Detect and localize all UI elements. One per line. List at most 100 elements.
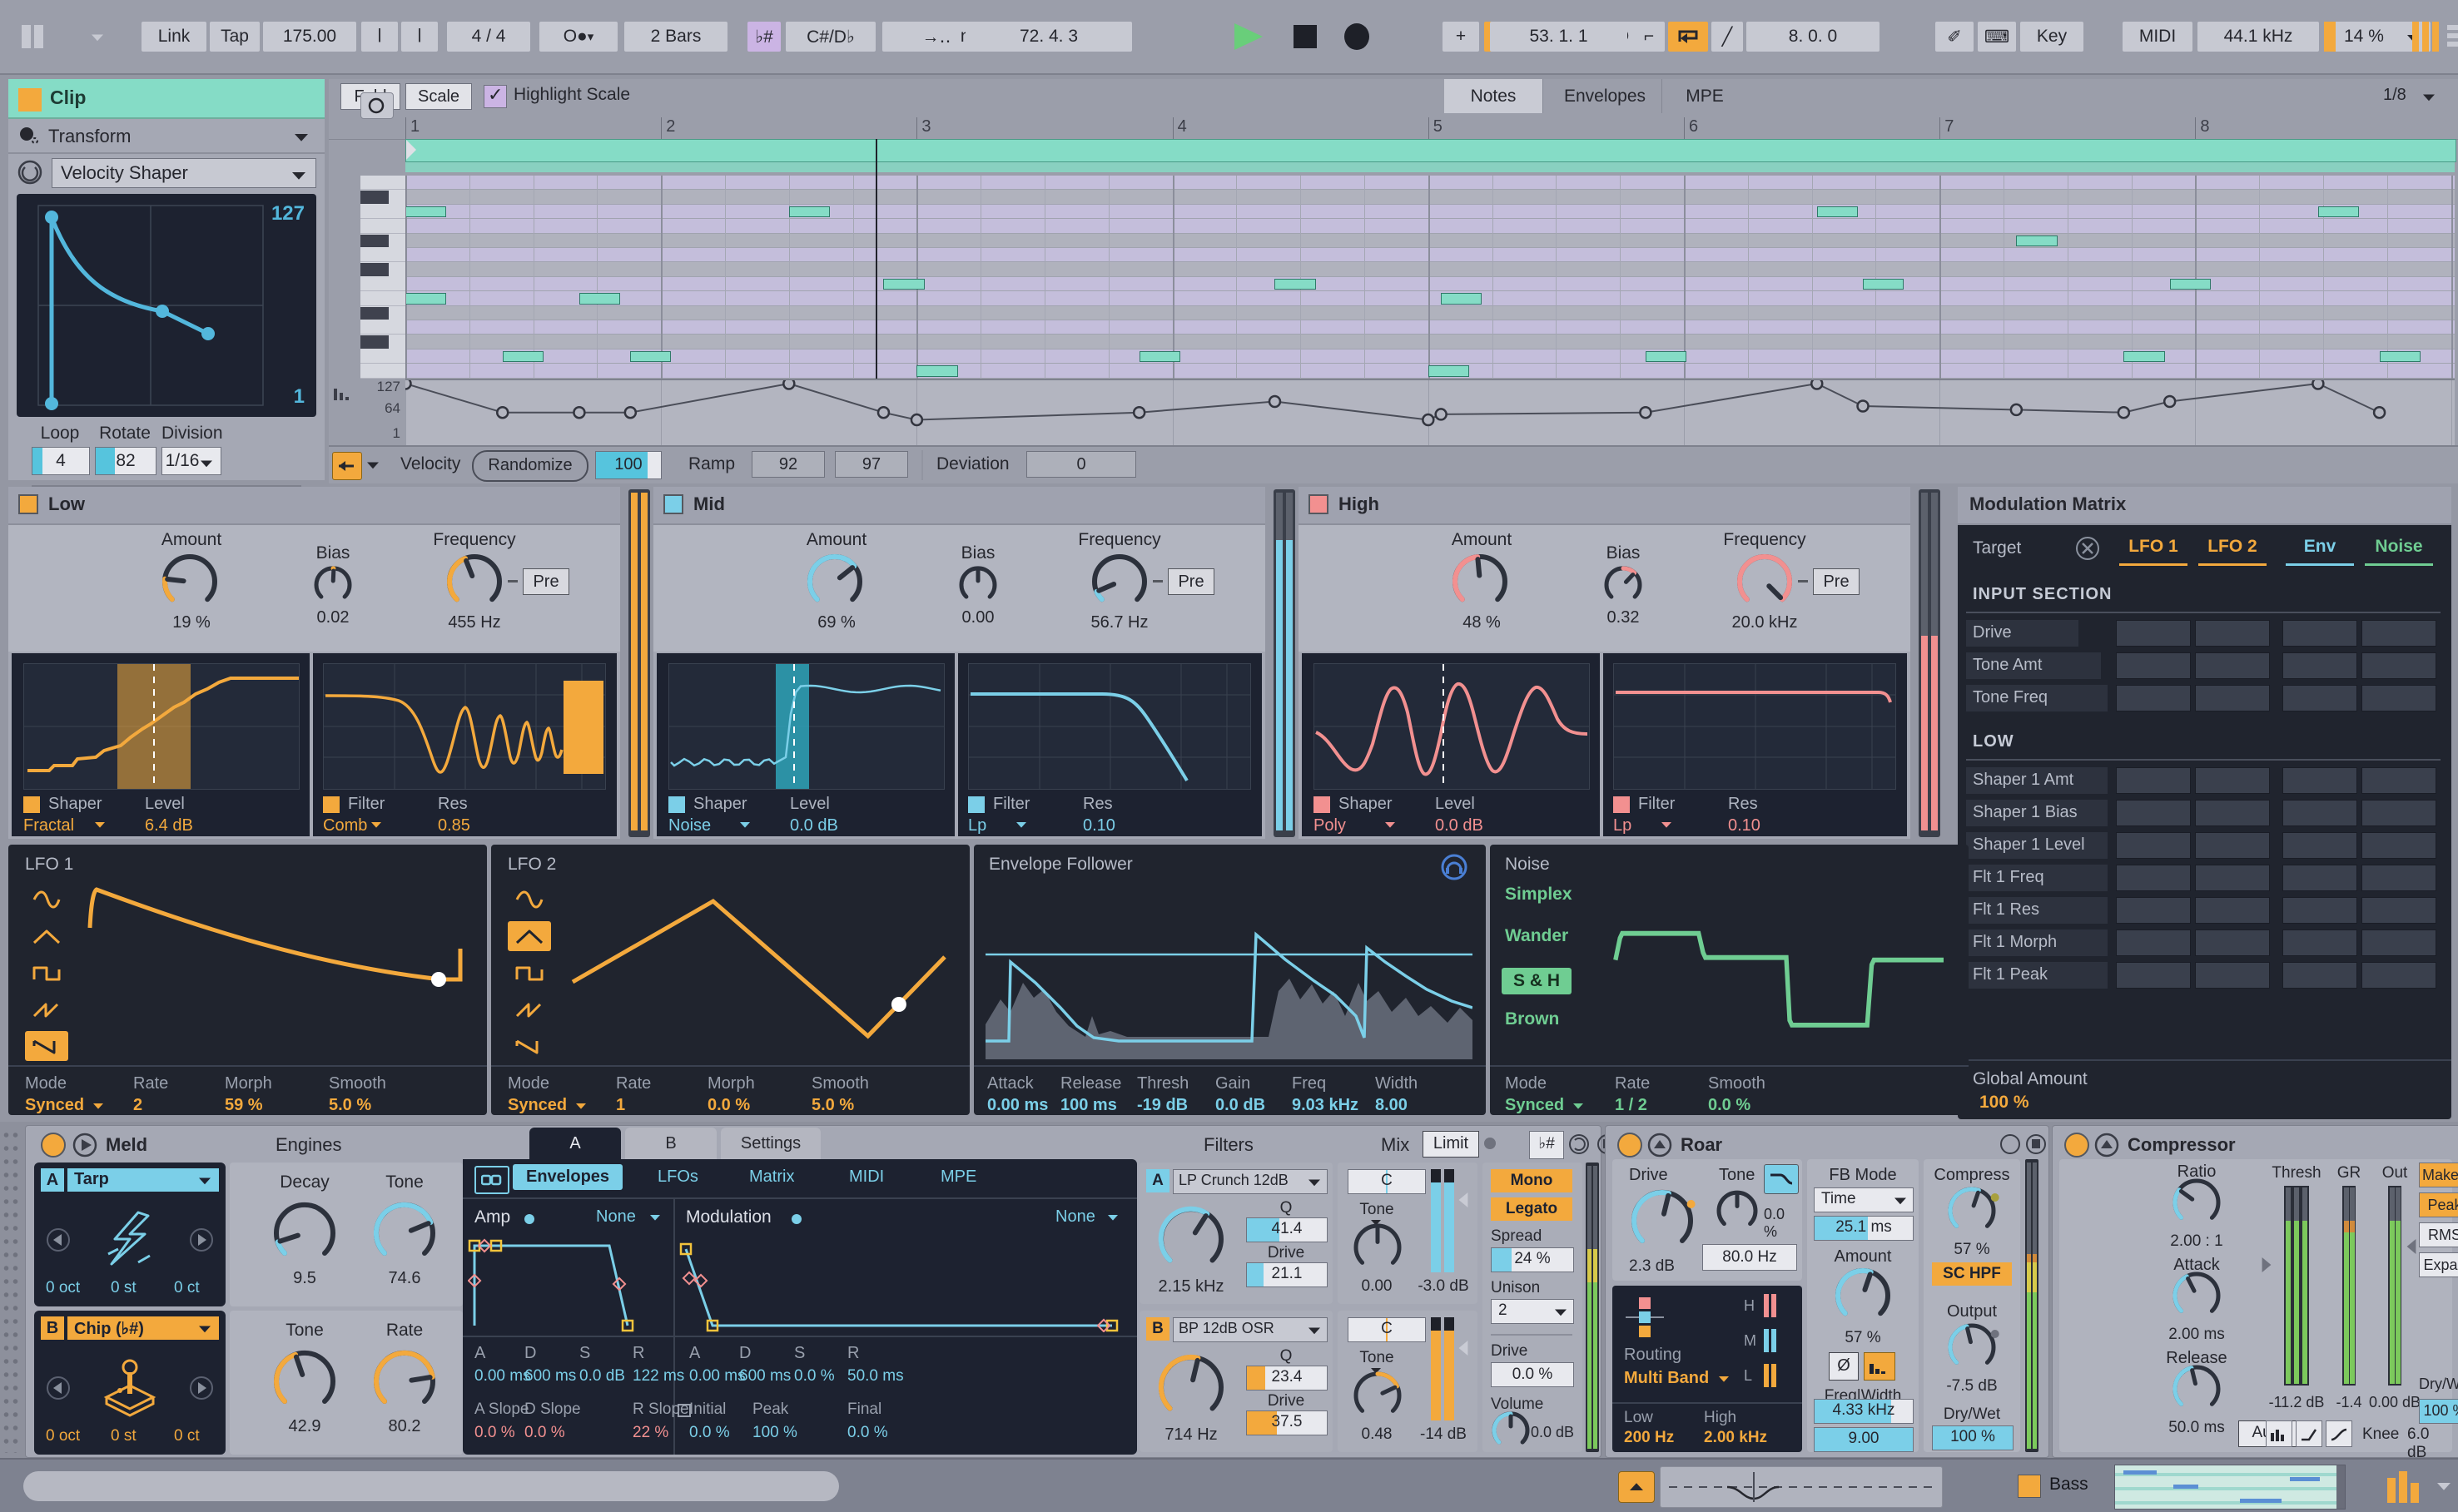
mod-none-select[interactable]: None: [1055, 1207, 1095, 1227]
matrix-col-env[interactable]: Env: [2282, 537, 2357, 557]
highlight-scale-checkbox[interactable]: ✓: [484, 85, 507, 108]
shaper-activator[interactable]: [668, 796, 685, 813]
tempo-field[interactable]: 175.00: [263, 22, 356, 52]
division-field[interactable]: 1/16: [161, 447, 221, 475]
window-icon[interactable]: [34, 25, 43, 48]
clip-color-chip[interactable]: [18, 88, 42, 112]
level-value[interactable]: 0.0 dB: [1435, 816, 1483, 835]
schpf-button[interactable]: SC HPF: [1932, 1262, 2012, 1286]
engine-ct[interactable]: 0 ct: [174, 1427, 200, 1445]
device-activator[interactable]: [1617, 1133, 1642, 1158]
matrix-cell[interactable]: [2195, 897, 2270, 924]
bias-knob[interactable]: [309, 561, 357, 609]
grid-value[interactable]: 1/8: [2383, 86, 2406, 105]
midi-note[interactable]: [1817, 206, 1858, 217]
nudge-down-button[interactable]: 𝄀𝄀𝄀: [361, 22, 398, 52]
mix-level-value[interactable]: -14 dB: [1414, 1425, 1472, 1444]
matrix-cell[interactable]: [2282, 832, 2357, 859]
meld-tab-b[interactable]: B: [625, 1128, 717, 1159]
band-activator[interactable]: [663, 494, 683, 514]
matrix-col-lfo1[interactable]: LFO 1: [2116, 537, 2191, 557]
shaper-type-select[interactable]: Noise: [668, 816, 711, 835]
matrix-cell[interactable]: [2195, 930, 2270, 956]
side-button-peak[interactable]: Peak: [2419, 1192, 2458, 1217]
fw-freq-field[interactable]: 4.33 kHz: [1814, 1399, 1914, 1424]
shaper-type-select[interactable]: Fractal: [23, 816, 74, 835]
filter-graph[interactable]: [968, 663, 1251, 790]
window-icon[interactable]: [22, 25, 31, 48]
matrix-cell[interactable]: [2282, 652, 2357, 679]
env-param-value[interactable]: -19 dB: [1137, 1096, 1188, 1115]
black-key[interactable]: [360, 335, 389, 348]
limit-button[interactable]: Limit: [1423, 1131, 1479, 1158]
matrix-cell[interactable]: [2282, 620, 2357, 647]
amount-knob[interactable]: [1447, 549, 1512, 614]
device-activator[interactable]: [2064, 1133, 2089, 1158]
piano-keys[interactable]: [360, 176, 406, 379]
meld-subtab-mpe[interactable]: MPE: [937, 1164, 980, 1190]
pre-button[interactable]: Pre: [523, 568, 569, 595]
matrix-cell[interactable]: [2361, 865, 2436, 891]
clip-loop-bar[interactable]: [405, 139, 2456, 162]
env-param-value[interactable]: 8.00: [1375, 1096, 1408, 1115]
spread-field[interactable]: 24 %: [1491, 1247, 1574, 1272]
matrix-cell[interactable]: [2361, 620, 2436, 647]
matrix-cell[interactable]: [2195, 865, 2270, 891]
matrix-cell[interactable]: [2282, 930, 2357, 956]
matrix-cell[interactable]: [2195, 832, 2270, 859]
record-button[interactable]: [1338, 22, 1375, 52]
matrix-cell[interactable]: [2361, 962, 2436, 989]
pan-field[interactable]: C: [1348, 1317, 1426, 1342]
midi-note[interactable]: [1274, 279, 1315, 290]
engine-st[interactable]: 0 st: [111, 1427, 137, 1445]
mix-level-value[interactable]: -3.0 dB: [1414, 1277, 1472, 1296]
engine-select[interactable]: Tarp: [67, 1168, 219, 1192]
clip-overview[interactable]: [2114, 1465, 2346, 1510]
filter-type-select[interactable]: Lp: [1613, 816, 1631, 835]
decay-knob[interactable]: [269, 1197, 340, 1269]
amp-adsr-value[interactable]: 0.00 ms: [474, 1367, 531, 1386]
matrix-cell[interactable]: [2361, 767, 2436, 794]
matrix-cell[interactable]: [2282, 685, 2357, 711]
res-value[interactable]: 0.10: [1083, 816, 1115, 835]
shaper-type-select[interactable]: Poly: [1313, 816, 1346, 835]
midi-note[interactable]: [503, 351, 544, 362]
midi-note[interactable]: [405, 293, 446, 304]
tab-notes[interactable]: Notes: [1444, 79, 1543, 113]
draw-mode-button[interactable]: ✐: [1935, 22, 1974, 52]
res-value[interactable]: 0.85: [438, 816, 470, 835]
amp-adsr-value[interactable]: 600 ms: [524, 1367, 576, 1386]
band-activator[interactable]: [18, 494, 38, 514]
meld-tab-a[interactable]: A: [529, 1128, 621, 1159]
matrix-cell[interactable]: [2361, 832, 2436, 859]
engine-next-button[interactable]: [189, 1376, 214, 1400]
key-map-button[interactable]: Key: [2020, 22, 2083, 52]
ratio-knob[interactable]: [2168, 1173, 2226, 1232]
band-header[interactable]: High: [1299, 487, 1910, 525]
pre-button[interactable]: Pre: [1168, 568, 1214, 595]
tone-filter-button[interactable]: [1764, 1164, 1799, 1194]
mod-extra-value[interactable]: 0.0 %: [847, 1424, 888, 1442]
engine-st[interactable]: 0 st: [111, 1279, 137, 1297]
shaper-activator[interactable]: [1313, 796, 1330, 813]
matrix-cell[interactable]: [2116, 865, 2191, 891]
matrix-cell[interactable]: [2116, 897, 2191, 924]
high-value[interactable]: 2.00 kHz: [1704, 1429, 1767, 1447]
meld-subtab-envelopes[interactable]: Envelopes: [513, 1164, 623, 1190]
scale-aware-button[interactable]: ♭#: [1529, 1131, 1564, 1159]
mod-loop-dot[interactable]: [792, 1214, 802, 1224]
fw-width-field[interactable]: 9.00: [1814, 1427, 1914, 1452]
side-button-rms[interactable]: RMS: [2419, 1222, 2458, 1247]
link-button[interactable]: Link: [142, 22, 206, 52]
filter-activator[interactable]: [1613, 796, 1630, 813]
env-param-value[interactable]: 0.00 ms: [987, 1096, 1048, 1115]
drive-field[interactable]: 21.1: [1246, 1262, 1328, 1287]
filter-activator[interactable]: [323, 796, 340, 813]
low-value[interactable]: 200 Hz: [1624, 1429, 1674, 1447]
env-param-value[interactable]: 0.0 dB: [1215, 1096, 1265, 1115]
routing-value[interactable]: Multi Band: [1624, 1369, 1709, 1388]
headphones-icon[interactable]: [1440, 853, 1468, 881]
comp-drywet-field[interactable]: 100 %: [2419, 1399, 2458, 1424]
black-key[interactable]: [360, 235, 389, 247]
matrix-cell[interactable]: [2116, 620, 2191, 647]
